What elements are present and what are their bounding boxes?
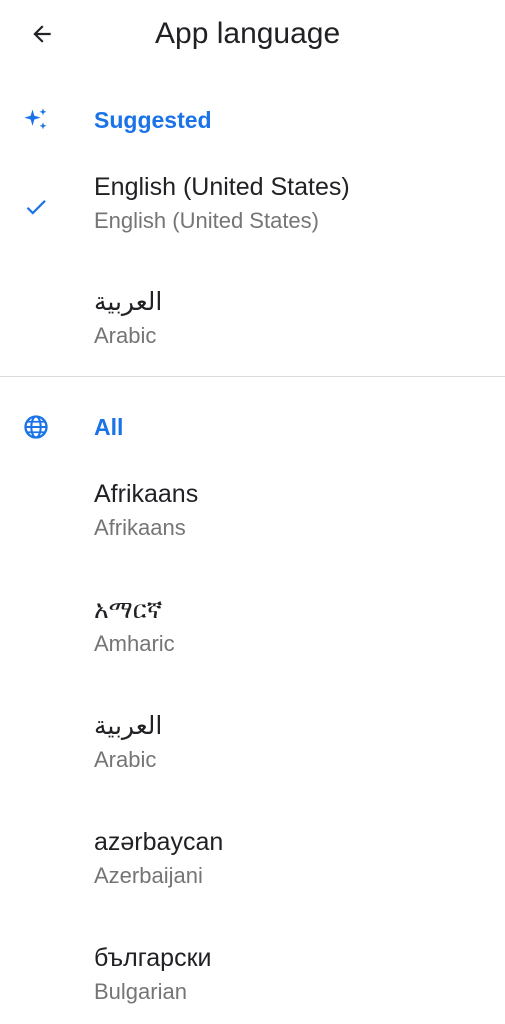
language-english-name: Arabic	[94, 323, 157, 348]
language-native-name: Afrikaans	[94, 480, 199, 508]
language-item-amharic[interactable]: አማርኛ Amharic	[0, 594, 505, 674]
section-divider	[0, 376, 505, 377]
language-english-name: Amharic	[94, 631, 175, 656]
language-english-name: Arabic	[94, 747, 157, 772]
section-label: Suggested	[94, 107, 212, 133]
language-english-name: Afrikaans	[94, 515, 186, 540]
section-header-all: All	[0, 407, 505, 447]
arrow-back-icon	[33, 25, 51, 43]
language-native-name: العربية	[94, 288, 163, 316]
language-english-name: Azerbaijani	[94, 863, 203, 888]
language-item-arabic[interactable]: العربية Arabic	[0, 286, 505, 366]
top-app-bar: App language	[0, 0, 505, 72]
page-title: App language	[155, 17, 341, 50]
language-item-afrikaans[interactable]: Afrikaans Afrikaans	[0, 478, 505, 558]
back-button[interactable]	[22, 14, 62, 54]
language-native-name: English (United States)	[94, 173, 350, 201]
language-english-name: Bulgarian	[94, 979, 187, 1004]
check-icon	[22, 193, 50, 221]
language-native-name: български	[94, 944, 212, 972]
language-item-english-us[interactable]: English (United States) English (United …	[0, 171, 505, 251]
sparkle-icon	[22, 106, 50, 134]
language-native-name: العربية	[94, 712, 163, 740]
language-item-azerbaijani[interactable]: azərbaycan Azerbaijani	[0, 826, 505, 906]
language-english-name: English (United States)	[94, 208, 319, 233]
globe-icon	[22, 413, 50, 441]
section-label: All	[94, 414, 124, 440]
language-native-name: azərbaycan	[94, 828, 224, 856]
language-item-bulgarian[interactable]: български Bulgarian	[0, 942, 505, 1022]
language-native-name: አማርኛ	[94, 596, 163, 624]
section-header-suggested: Suggested	[0, 100, 505, 140]
language-item-arabic[interactable]: العربية Arabic	[0, 710, 505, 790]
